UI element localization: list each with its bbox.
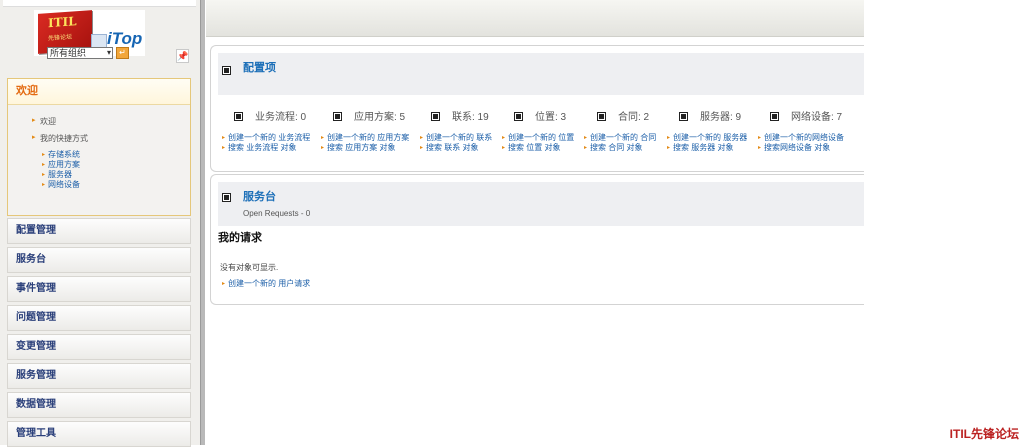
create-link[interactable]: 创建一个新的 位置	[502, 133, 574, 143]
stat-icon	[333, 112, 342, 121]
shortcut-storage-systems[interactable]: 存储系统	[42, 150, 80, 160]
menu-incident-management[interactable]: 事件管理	[7, 276, 191, 302]
empty-list-message: 没有对象可显示.	[220, 263, 279, 272]
actions-servers: 创建一个新的 服务器 搜索 服务器 对象	[667, 133, 747, 153]
actions-locations: 创建一个新的 位置 搜索 位置 对象	[502, 133, 574, 153]
welcome-panel: 欢迎 欢迎 我的快捷方式 存储系统 应用方案 服务器 网络设备	[7, 78, 191, 216]
search-link[interactable]: 搜索 应用方案 对象	[321, 143, 409, 153]
service-panel-title: 服务台	[243, 191, 276, 203]
menu-problem-management[interactable]: 问题管理	[7, 305, 191, 331]
stat-business-process[interactable]: 业务流程: 0	[234, 108, 306, 123]
create-link[interactable]: 创建一个新的 联系	[420, 133, 492, 143]
stat-icon	[679, 112, 688, 121]
search-link[interactable]: 搜索 合同 对象	[584, 143, 656, 153]
pin-icon: 📌	[177, 51, 189, 61]
stat-locations[interactable]: 位置: 3	[514, 108, 566, 123]
computer-icon	[91, 34, 107, 48]
pin-menu-button[interactable]: 📌	[176, 49, 189, 63]
menu-service-management[interactable]: 服务管理	[7, 363, 191, 389]
stat-contacts[interactable]: 联系: 19	[431, 108, 489, 123]
stat-servers[interactable]: 服务器: 9	[679, 108, 741, 123]
actions-contracts: 创建一个新的 合同 搜索 合同 对象	[584, 133, 656, 153]
stat-contracts[interactable]: 合同: 2	[597, 108, 649, 123]
search-link[interactable]: 搜索网络设备 对象	[758, 143, 844, 153]
actions-contacts: 创建一个新的 联系 搜索 联系 对象	[420, 133, 492, 153]
stat-network-devices[interactable]: 网络设备: 7	[770, 108, 842, 123]
welcome-panel-title[interactable]: 欢迎	[8, 79, 190, 105]
menu-admin-tools[interactable]: 管理工具	[7, 421, 191, 447]
config-panel-title: 配置项	[243, 62, 276, 74]
stat-icon	[770, 112, 779, 121]
stat-icon	[597, 112, 606, 121]
actions-applications: 创建一个新的 应用方案 搜索 应用方案 对象	[321, 133, 409, 153]
stat-icon	[234, 112, 243, 121]
config-items-icon	[222, 66, 231, 75]
create-link[interactable]: 创建一个新的 应用方案	[321, 133, 409, 143]
create-user-request-link[interactable]: 创建一个新的 用户请求	[222, 279, 310, 289]
my-requests-heading: 我的请求	[218, 232, 262, 244]
menu-service-desk[interactable]: 服务台	[7, 247, 191, 273]
flag-subtext: 先锋论坛	[48, 34, 73, 43]
shortcut-applications[interactable]: 应用方案	[42, 160, 80, 170]
sidebar-top-strip	[3, 0, 196, 7]
panel-header	[218, 53, 864, 95]
itop-logo-text: iTop	[107, 29, 143, 48]
create-link[interactable]: 创建一个新的 合同	[584, 133, 656, 143]
search-link[interactable]: 搜索 联系 对象	[420, 143, 492, 153]
menu-configuration-management[interactable]: 配置管理	[7, 218, 191, 244]
organization-select-value: 所有组织	[50, 48, 87, 58]
create-link[interactable]: 创建一个新的 业务流程	[222, 133, 310, 143]
organization-select[interactable]: 所有组织 ▾	[47, 47, 113, 59]
stat-icon	[431, 112, 440, 121]
left-sidebar: ITIL 先锋论坛 iTop 所有组织 ▾ ↵ 📌 欢迎 欢迎 我的快捷方式 存…	[0, 0, 200, 447]
top-bar	[206, 0, 864, 37]
search-link[interactable]: 搜索 位置 对象	[502, 143, 574, 153]
stat-applications[interactable]: 应用方案: 5	[333, 108, 405, 123]
my-shortcuts-link[interactable]: 我的快捷方式	[32, 133, 88, 144]
footer-brand: ITIL先锋论坛	[949, 427, 1019, 441]
chevron-down-icon: ▾	[106, 48, 111, 57]
actions-network-devices: 创建一个新的网络设备 搜索网络设备 对象	[758, 133, 844, 153]
menu-data-management[interactable]: 数据管理	[7, 392, 191, 418]
sidebar-splitter[interactable]	[200, 0, 205, 445]
shortcut-servers[interactable]: 服务器	[42, 170, 72, 180]
create-link[interactable]: 创建一个新的 服务器	[667, 133, 747, 143]
actions-business-process: 创建一个新的 业务流程 搜索 业务流程 对象	[222, 133, 310, 153]
service-actions: 创建一个新的 用户请求	[222, 279, 310, 289]
search-link[interactable]: 搜索 业务流程 对象	[222, 143, 310, 153]
flag-text: ITIL	[48, 14, 77, 31]
welcome-link[interactable]: 欢迎	[32, 116, 56, 127]
stat-icon	[514, 112, 523, 121]
panel-header	[218, 182, 864, 226]
logo-area: ITIL 先锋论坛 iTop 所有组织 ▾ ↵	[0, 10, 200, 65]
open-requests-count: Open Requests - 0	[243, 209, 311, 218]
search-link[interactable]: 搜索 服务器 对象	[667, 143, 747, 153]
menu-change-management[interactable]: 变更管理	[7, 334, 191, 360]
shortcut-network-devices[interactable]: 网络设备	[42, 180, 80, 190]
create-link[interactable]: 创建一个新的网络设备	[758, 133, 844, 143]
service-desk-icon	[222, 193, 231, 202]
organization-go-button[interactable]: ↵	[116, 47, 129, 59]
